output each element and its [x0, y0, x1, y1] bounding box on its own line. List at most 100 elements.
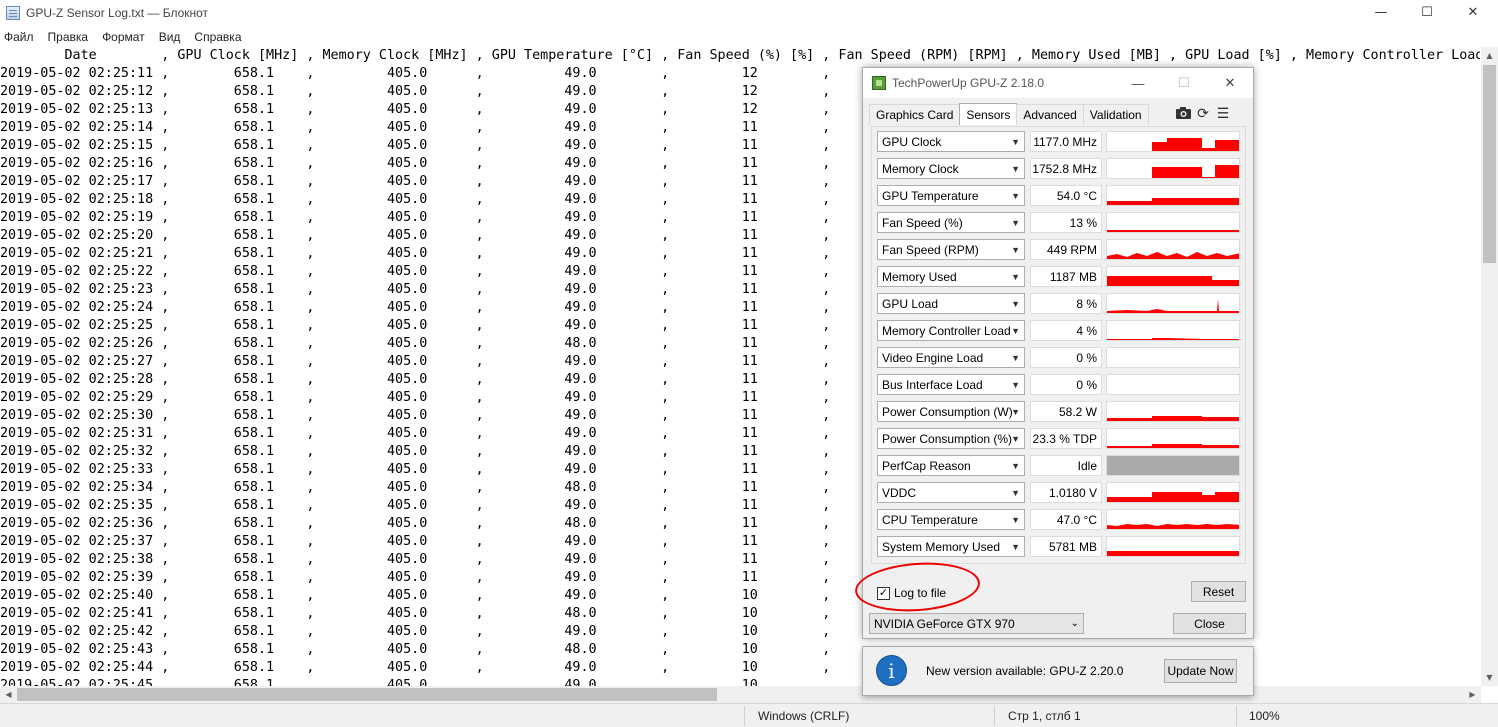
- gpu-select-dropdown[interactable]: NVIDIA GeForce GTX 970 ⌄: [869, 613, 1084, 634]
- gpuz-close-window-button[interactable]: ✕: [1207, 68, 1253, 98]
- sensor-row: PerfCap Reason ▼ Idle: [877, 455, 1243, 477]
- maximize-button[interactable]: ☐: [1404, 0, 1450, 25]
- sensor-name-dropdown[interactable]: Power Consumption (W) ▼: [877, 401, 1025, 422]
- tab-validation[interactable]: Validation: [1082, 104, 1149, 125]
- sensor-row: Fan Speed (RPM) ▼ 449 RPM: [877, 239, 1243, 261]
- log-line: 2019-05-02 02:25:18 , 658.1 , 405.0 , 49…: [0, 192, 831, 207]
- status-bar: Windows (CRLF) Стр 1, стлб 1 100%: [0, 703, 1498, 727]
- sensor-graph: [1106, 482, 1240, 503]
- tab-advanced[interactable]: Advanced: [1016, 104, 1084, 125]
- log-line: 2019-05-02 02:25:17 , 658.1 , 405.0 , 49…: [0, 174, 831, 189]
- sensor-graph: [1106, 455, 1240, 476]
- sensor-name-dropdown[interactable]: Power Consumption (%) ▼: [877, 428, 1025, 449]
- horizontal-scrollbar[interactable]: ◀ ▶: [0, 686, 1481, 703]
- sensor-name-dropdown[interactable]: VDDC ▼: [877, 482, 1025, 503]
- sensor-name: Video Engine Load: [882, 350, 984, 365]
- sensor-graph: [1106, 158, 1240, 179]
- chevron-down-icon: ⌄: [1070, 618, 1079, 629]
- sensor-value: 1177.0 MHz: [1030, 131, 1102, 152]
- log-line: 2019-05-02 02:25:38 , 658.1 , 405.0 , 49…: [0, 552, 831, 567]
- menu-format[interactable]: Формат: [98, 30, 149, 44]
- sensor-row: GPU Load ▼ 8 %: [877, 293, 1243, 315]
- menu-edit[interactable]: Правка: [44, 30, 93, 44]
- dropdown-arrow-icon: ▼: [1011, 137, 1020, 147]
- sensor-name-dropdown[interactable]: PerfCap Reason ▼: [877, 455, 1025, 476]
- log-line: 2019-05-02 02:25:16 , 658.1 , 405.0 , 49…: [0, 156, 831, 171]
- sensor-name-dropdown[interactable]: GPU Load ▼: [877, 293, 1025, 314]
- log-line: 2019-05-02 02:25:19 , 658.1 , 405.0 , 49…: [0, 210, 831, 225]
- scroll-up-arrow-icon[interactable]: ▲: [1481, 47, 1498, 64]
- sensor-name-dropdown[interactable]: Fan Speed (RPM) ▼: [877, 239, 1025, 260]
- gpuz-minimize-button[interactable]: —: [1115, 68, 1161, 98]
- tab-graphics-card[interactable]: Graphics Card: [869, 104, 961, 125]
- tab-sensors[interactable]: Sensors: [959, 103, 1018, 125]
- sensor-value: 8 %: [1030, 293, 1102, 314]
- sensor-name-dropdown[interactable]: Memory Controller Load ▼: [877, 320, 1025, 341]
- sensor-name-dropdown[interactable]: Video Engine Load ▼: [877, 347, 1025, 368]
- refresh-icon[interactable]: ⟳: [1193, 103, 1213, 123]
- sensor-graph-line: [1107, 230, 1239, 232]
- log-line: 2019-05-02 02:25:39 , 658.1 , 405.0 , 49…: [0, 570, 831, 585]
- sensor-graph-line: [1152, 138, 1239, 151]
- text-editor[interactable]: Date , GPU Clock [MHz] , Memory Clock [M…: [0, 47, 1480, 686]
- reset-button[interactable]: Reset: [1191, 581, 1246, 602]
- update-notification: i New version available: GPU-Z 2.20.0 Up…: [862, 646, 1254, 696]
- log-line: 2019-05-02 02:25:28 , 658.1 , 405.0 , 49…: [0, 372, 831, 387]
- sensor-value: 0 %: [1030, 374, 1102, 395]
- sensor-name-dropdown[interactable]: Fan Speed (%) ▼: [877, 212, 1025, 233]
- sensor-row: VDDC ▼ 1.0180 V: [877, 482, 1243, 504]
- log-line: 2019-05-02 02:25:14 , 658.1 , 405.0 , 49…: [0, 120, 831, 135]
- status-encoding: Windows (CRLF): [758, 709, 850, 723]
- log-line: 2019-05-02 02:25:22 , 658.1 , 405.0 , 49…: [0, 264, 831, 279]
- camera-icon[interactable]: [1173, 103, 1193, 123]
- dropdown-arrow-icon: ▼: [1011, 245, 1020, 255]
- sensor-value: 1.0180 V: [1030, 482, 1102, 503]
- log-line: 2019-05-02 02:25:24 , 658.1 , 405.0 , 49…: [0, 300, 831, 315]
- menu-view[interactable]: Вид: [155, 30, 185, 44]
- sensor-name: GPU Clock: [882, 134, 942, 149]
- sensor-name-dropdown[interactable]: GPU Temperature ▼: [877, 185, 1025, 206]
- sensor-name: Memory Clock: [882, 161, 959, 176]
- sensor-name-dropdown[interactable]: CPU Temperature ▼: [877, 509, 1025, 530]
- sensor-value: 13 %: [1030, 212, 1102, 233]
- sensor-name-dropdown[interactable]: Memory Clock ▼: [877, 158, 1025, 179]
- log-line: 2019-05-02 02:25:12 , 658.1 , 405.0 , 49…: [0, 84, 831, 99]
- menu-help[interactable]: Справка: [190, 30, 245, 44]
- sensor-name-dropdown[interactable]: Memory Used ▼: [877, 266, 1025, 287]
- update-now-button[interactable]: Update Now: [1164, 659, 1237, 683]
- dropdown-arrow-icon: ▼: [1011, 515, 1020, 525]
- dropdown-arrow-icon: ▼: [1011, 191, 1020, 201]
- gpu-select-value: NVIDIA GeForce GTX 970: [874, 616, 1015, 631]
- status-divider: [744, 706, 745, 726]
- sensor-graph-line: [1107, 252, 1239, 259]
- sensor-name: CPU Temperature: [882, 512, 978, 527]
- sensor-row: Video Engine Load ▼ 0 %: [877, 347, 1243, 369]
- vertical-scroll-thumb[interactable]: [1483, 65, 1496, 263]
- log-line: 2019-05-02 02:25:15 , 658.1 , 405.0 , 49…: [0, 138, 831, 153]
- sensor-name-dropdown[interactable]: GPU Clock ▼: [877, 131, 1025, 152]
- close-window-button[interactable]: ✕: [1450, 0, 1496, 25]
- sensor-graph-line: [1107, 198, 1239, 205]
- log-line: 2019-05-02 02:25:35 , 658.1 , 405.0 , 49…: [0, 498, 831, 513]
- vertical-scrollbar[interactable]: ▲ ▼: [1481, 47, 1498, 686]
- sensor-name-dropdown[interactable]: System Memory Used ▼: [877, 536, 1025, 557]
- minimize-button[interactable]: —: [1358, 0, 1404, 25]
- close-button[interactable]: Close: [1173, 613, 1246, 634]
- sensor-name-dropdown[interactable]: Bus Interface Load ▼: [877, 374, 1025, 395]
- horizontal-scroll-thumb[interactable]: [17, 688, 717, 701]
- menu-file[interactable]: Файл: [0, 30, 38, 44]
- dropdown-arrow-icon: ▼: [1011, 380, 1020, 390]
- sensor-panel: GPU Clock ▼ 1177.0 MHz Memory Clock ▼ 1752.8 …: [871, 126, 1246, 564]
- scroll-down-arrow-icon[interactable]: ▼: [1481, 669, 1498, 686]
- sensor-name: GPU Load: [882, 296, 939, 311]
- hamburger-menu-icon[interactable]: ☰: [1213, 103, 1233, 123]
- sensor-graph-line: [1107, 416, 1239, 421]
- scroll-left-arrow-icon[interactable]: ◀: [0, 686, 17, 703]
- log-line: 2019-05-02 02:25:26 , 658.1 , 405.0 , 48…: [0, 336, 831, 351]
- log-line: 2019-05-02 02:25:37 , 658.1 , 405.0 , 49…: [0, 534, 831, 549]
- sensor-graph: [1106, 131, 1240, 152]
- scroll-right-arrow-icon[interactable]: ▶: [1464, 686, 1481, 703]
- sensor-graph: [1106, 401, 1240, 422]
- log-line: 2019-05-02 02:25:27 , 658.1 , 405.0 , 49…: [0, 354, 831, 369]
- log-line: 2019-05-02 02:25:41 , 658.1 , 405.0 , 48…: [0, 606, 831, 621]
